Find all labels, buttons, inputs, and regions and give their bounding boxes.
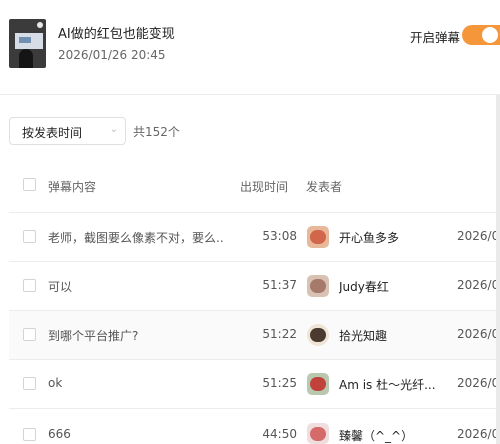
row-checkbox[interactable] bbox=[23, 230, 36, 243]
row-author[interactable]: 臻馨（^_^） bbox=[339, 427, 413, 444]
row-date: 2026/0 bbox=[457, 376, 500, 390]
header-time[interactable]: 出现时间 bbox=[240, 178, 288, 195]
row-content: 666 bbox=[48, 427, 71, 441]
row-author[interactable]: 拾光知趣 bbox=[339, 327, 387, 344]
row-time: 44:50 bbox=[262, 427, 297, 441]
avatar bbox=[307, 423, 329, 444]
row-checkbox[interactable] bbox=[23, 428, 36, 441]
row-content: 到哪个平台推广? bbox=[48, 329, 139, 343]
row-author[interactable]: 开心鱼多多 bbox=[339, 229, 399, 246]
avatar bbox=[307, 275, 329, 297]
sort-dropdown-label: 按发表时间 bbox=[22, 126, 83, 140]
thumbnail-person bbox=[19, 49, 33, 68]
row-date: 2026/0 bbox=[457, 229, 500, 243]
header-author: 发表者 bbox=[306, 180, 343, 194]
row-time: 51:22 bbox=[262, 327, 297, 341]
row-author[interactable]: Judy春红 bbox=[339, 278, 389, 295]
row-checkbox[interactable] bbox=[23, 328, 36, 341]
row-content: 老师，截图要么像素不对，要么... bbox=[48, 231, 223, 245]
row-author[interactable]: Am is 杜～光纤... bbox=[339, 376, 436, 393]
sort-dropdown[interactable]: 按发表时间 ⌄ bbox=[9, 117, 126, 145]
row-checkbox[interactable] bbox=[23, 377, 36, 390]
video-published-time: 2026/01/26 20:45 bbox=[58, 48, 166, 62]
avatar bbox=[307, 226, 329, 248]
table-row[interactable]: 老师，截图要么像素不对，要么... 53:08 开心鱼多多 2026/0 bbox=[9, 213, 500, 262]
row-date: 2026/0 bbox=[457, 327, 500, 341]
chevron-down-icon: ⌄ bbox=[109, 124, 118, 135]
row-time: 53:08 bbox=[262, 229, 297, 243]
row-content: 可以 bbox=[48, 280, 73, 294]
thumbnail-light bbox=[37, 22, 43, 28]
row-time: 51:37 bbox=[262, 278, 297, 292]
table-row[interactable]: 到哪个平台推广? 51:22 拾光知趣 2026/0 bbox=[9, 311, 500, 360]
row-content: ok bbox=[48, 376, 63, 390]
avatar bbox=[307, 324, 329, 346]
table-row[interactable]: ok 51:25 Am is 杜～光纤... 2026/0 bbox=[9, 360, 500, 409]
row-time: 51:25 bbox=[262, 376, 297, 390]
row-date: 2026/0 bbox=[457, 278, 500, 292]
video-thumbnail[interactable] bbox=[9, 19, 46, 68]
row-date: 2026/0 bbox=[457, 427, 500, 441]
danmaku-toggle-label: 开启弹幕 bbox=[410, 30, 461, 45]
video-header: AI做的红包也能变现 2026/01/26 20:45 开启弹幕 bbox=[0, 0, 500, 95]
toggle-knob bbox=[482, 27, 498, 43]
row-checkbox[interactable] bbox=[23, 279, 36, 292]
total-count: 共152个 bbox=[133, 125, 180, 139]
table-row[interactable]: 可以 51:37 Judy春红 2026/0 bbox=[9, 262, 500, 311]
danmaku-toggle[interactable] bbox=[462, 25, 500, 45]
table-row[interactable]: 666 44:50 臻馨（^_^） 2026/0 bbox=[9, 409, 500, 444]
scrollbar[interactable] bbox=[496, 95, 500, 444]
avatar bbox=[307, 373, 329, 395]
header-content: 弹幕内容 bbox=[48, 180, 97, 194]
select-all-checkbox[interactable] bbox=[23, 178, 36, 191]
thumbnail-screen bbox=[15, 33, 43, 49]
video-title[interactable]: AI做的红包也能变现 bbox=[58, 23, 175, 42]
